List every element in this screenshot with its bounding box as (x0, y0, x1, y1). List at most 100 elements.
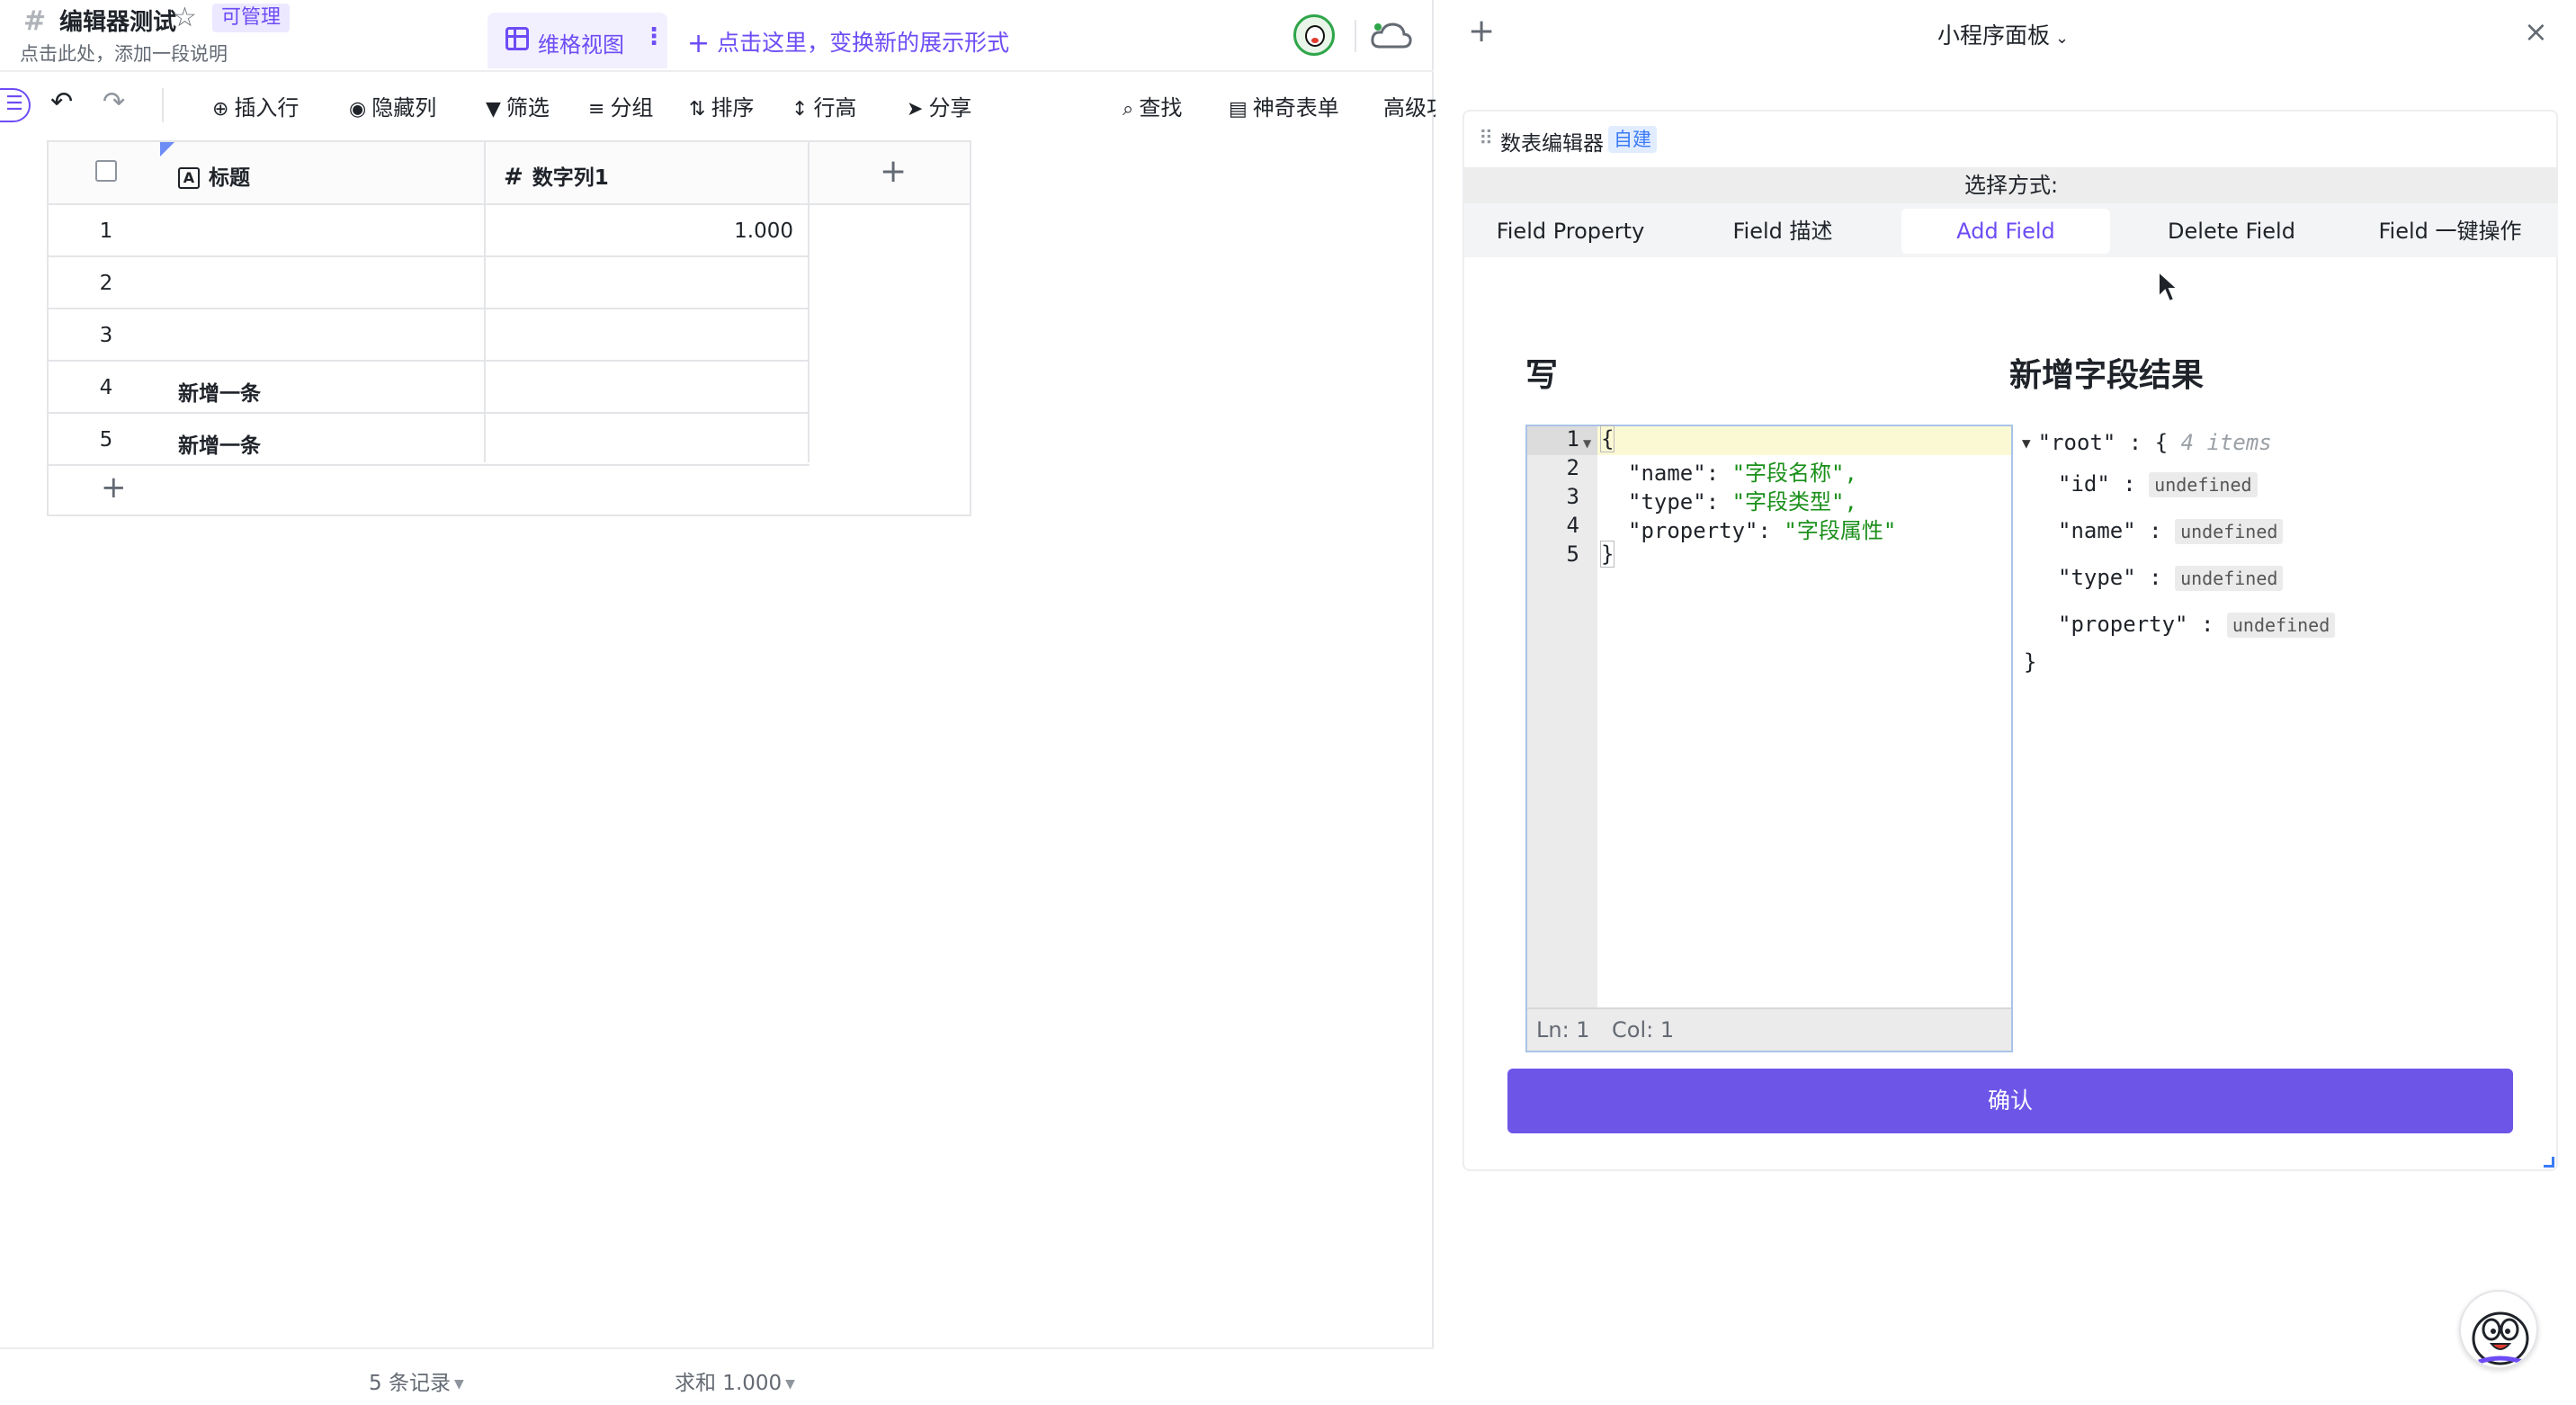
add-widget-button[interactable]: + (1468, 13, 1495, 49)
assistant-mascot-icon[interactable] (2459, 1290, 2538, 1369)
tab-grid-view[interactable]: 维格视图 ⋮ (487, 13, 667, 68)
table-row[interactable]: 2 (49, 257, 809, 309)
line-number: 2 (1566, 455, 1579, 480)
fold-arrow-icon[interactable]: ▼ (1583, 437, 1591, 450)
tree-root[interactable]: ▼ "root" : { 4 items (2022, 430, 2272, 455)
widget-name: 数表编辑器 (1500, 132, 1604, 156)
add-column-button[interactable]: + (880, 153, 907, 190)
confirm-button[interactable]: 确认 (1507, 1069, 2513, 1133)
row-height-icon: ↕ (792, 98, 809, 121)
text-field-icon: A (178, 167, 200, 189)
status-footer: 5 条记录 ▼ 求和 1.000 ▼ (0, 1347, 1434, 1405)
line-number: 4 (1566, 513, 1579, 538)
toolbar-divider (162, 88, 164, 122)
grid-header: A 标题 # 数字列1 + (49, 142, 970, 205)
cloud-icon[interactable] (1369, 16, 1414, 56)
code-line[interactable]: "name": "字段名称", (1628, 455, 1857, 487)
sum-stat[interactable]: 求和 1.000 ▼ (675, 1365, 795, 1396)
grid-view-icon (505, 27, 529, 50)
tree-field: "name" : undefined (2058, 518, 2284, 544)
sidebar-toggle-icon[interactable]: ☰ (0, 88, 31, 122)
tab-field-property[interactable]: Field Property (1471, 209, 1669, 254)
tab-add-field[interactable]: Add Field (1901, 209, 2110, 254)
tree-field: "type" : undefined (2058, 565, 2284, 591)
sort-icon: ⇅ (689, 98, 706, 121)
column-header-number[interactable]: # 数字列1 (504, 160, 609, 191)
share-button[interactable]: ➤ 分享 (907, 90, 971, 121)
cursor-column: Col: 1 (1612, 1017, 1675, 1043)
collapse-triangle-icon[interactable]: ▼ (2022, 434, 2031, 452)
record-count[interactable]: 5 条记录 ▼ (369, 1365, 464, 1396)
tree-field: "id" : undefined (2058, 471, 2258, 497)
hide-columns-button[interactable]: ◉ 隐藏列 (349, 90, 436, 121)
caret-down-icon: ▼ (453, 1377, 464, 1392)
item-count: 4 items (2180, 430, 2272, 455)
table-row[interactable]: 1 1.000 (49, 205, 809, 257)
line-number: 1 (1566, 426, 1579, 452)
tree-close-brace: } (2024, 649, 2037, 675)
select-all-checkbox[interactable] (95, 160, 117, 182)
active-line-highlight (1527, 426, 2011, 455)
line-number: 5 (1566, 541, 1579, 567)
datasheet-title[interactable]: 编辑器测试 (59, 4, 176, 37)
more-vertical-icon[interactable]: ⋮ (642, 23, 666, 50)
column-header-title[interactable]: A 标题 (178, 160, 250, 191)
tab-field-batch[interactable]: Field 一键操作 (2344, 209, 2556, 254)
tab-field-description[interactable]: Field 描述 (1684, 209, 1882, 254)
eye-icon: ◉ (349, 98, 367, 121)
plus-icon: + (687, 28, 711, 59)
code-line[interactable]: "type": "字段类型", (1628, 484, 1857, 515)
add-row-button[interactable]: + (101, 470, 127, 506)
data-grid: A标题 #数字列1 + 1 1.000 2 3 4 新增一条 5 新增一条 (47, 140, 971, 516)
datasheet-header: # 编辑器测试 ☆ 可管理 点击此处，添加一段说明 维格视图 ⋮ + 点击这里，变… (0, 0, 1434, 72)
datasheet-pane: # 编辑器测试 ☆ 可管理 点击此处，添加一段说明 维格视图 ⋮ + 点击这里，变… (0, 0, 1491, 1405)
avatar[interactable] (1293, 14, 1335, 56)
header-divider (1355, 20, 1356, 52)
header-corner-marker (160, 142, 174, 157)
select-mode-label: 选择方式: (1464, 167, 2558, 203)
widget-card: ⠿ 数表编辑器 自建 选择方式: Field Property Field 描述… (1462, 110, 2558, 1171)
add-view-button[interactable]: + 点击这里，变换新的展示形式 (687, 25, 1009, 59)
editor-status-bar: Ln: 1 Col: 1 (1527, 1007, 2011, 1051)
undo-icon[interactable]: ↶ (50, 86, 73, 118)
widget-badge: 自建 (1608, 126, 1657, 153)
filter-icon: ▼ (486, 98, 501, 121)
datasheet-hash-icon: # (23, 5, 47, 37)
table-row[interactable]: 3 (49, 309, 809, 362)
widget-panel-title[interactable]: 小程序面板 ⌄ (1937, 18, 2069, 50)
code-line[interactable]: } (1599, 541, 1615, 568)
chevron-down-icon: ⌄ (2055, 29, 2070, 48)
number-field-icon: # (504, 164, 523, 191)
search-button[interactable]: ⌕ 查找 (1123, 90, 1182, 121)
result-heading: 新增字段结果 (2009, 357, 2205, 394)
magic-form-button[interactable]: ▤ 神奇表单 (1229, 90, 1339, 121)
row-height-button[interactable]: ↕ 行高 (792, 90, 856, 121)
permission-badge: 可管理 (212, 4, 291, 32)
view-tab-label: 维格视图 (538, 32, 624, 58)
resize-handle-icon[interactable] (2544, 1157, 2554, 1168)
cursor-line: Ln: 1 (1536, 1017, 1590, 1043)
table-row[interactable]: 5 新增一条 (49, 414, 809, 466)
code-line[interactable]: { (1599, 425, 1615, 452)
group-button[interactable]: ≡ 分组 (588, 90, 653, 121)
tree-field: "property" : undefined (2058, 612, 2336, 638)
widget-panel: + 小程序面板 ⌄ × ⠿ 数表编辑器 自建 选择方式: Field Proper… (1436, 0, 2576, 1405)
mode-tabs: Field Property Field 描述 Add Field Delete… (1464, 203, 2558, 257)
json-code-editor[interactable]: ▼ 1 2 3 4 5 { "name": "字段名称", "type": "字… (1525, 425, 2013, 1052)
close-icon[interactable]: × (2524, 14, 2548, 49)
plus-circle-icon: ⊕ (212, 98, 229, 121)
drag-handle-icon[interactable]: ⠿ (1479, 128, 1493, 150)
sort-button[interactable]: ⇅ 排序 (689, 90, 754, 121)
table-row[interactable]: 4 新增一条 (49, 362, 809, 414)
redo-icon[interactable]: ↷ (103, 86, 125, 118)
form-icon: ▤ (1229, 98, 1248, 121)
search-icon: ⌕ (1123, 98, 1134, 121)
tab-delete-field[interactable]: Delete Field (2126, 209, 2337, 254)
line-number: 3 (1566, 484, 1579, 509)
filter-button[interactable]: ▼ 筛选 (486, 90, 550, 121)
datasheet-description[interactable]: 点击此处，添加一段说明 (20, 40, 228, 67)
json-result-tree: ▼ "root" : { 4 items "id" : undefined "na… (2022, 425, 2490, 694)
insert-row-button[interactable]: ⊕ 插入行 (212, 90, 299, 121)
star-icon[interactable]: ☆ (173, 2, 197, 33)
code-line[interactable]: "property": "字段属性" (1628, 513, 1896, 544)
